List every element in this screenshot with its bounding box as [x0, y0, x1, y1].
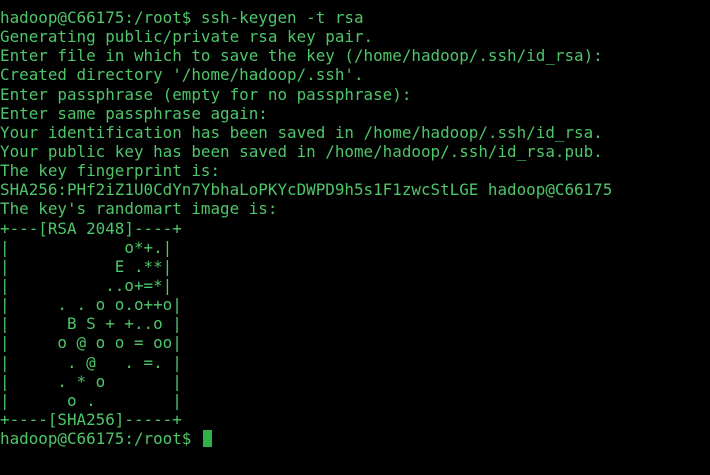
cursor-block [202, 430, 212, 448]
randomart-row: | . @ . =. | [0, 352, 182, 372]
terminal-line: Created directory '/home/hadoop/.ssh'. [0, 65, 364, 85]
randomart-row: | E .**| [0, 256, 173, 276]
terminal-line: Your public key has been saved in /home/… [0, 141, 603, 161]
randomart-border-bottom: +----[SHA256]-----+ [0, 409, 182, 429]
fingerprint-line: SHA256:PHf2iZ1U0CdYn7YbhaLoPKYcDWPD9h5s1… [0, 180, 613, 200]
terminal-line: Generating public/private rsa key pair. [0, 27, 374, 47]
terminal-line: hadoop@C66175:/root$ ssh-keygen -t rsa [0, 8, 364, 27]
randomart-row: | . * o | [0, 371, 182, 391]
randomart-row: | ..o+=*| [0, 275, 173, 295]
shell-prompt: hadoop@C66175:/root$ [0, 429, 201, 449]
terminal-line: The key's randomart image is: [0, 199, 278, 219]
terminal-line: Your identification has been saved in /h… [0, 122, 603, 142]
terminal-window[interactable]: hadoop@C66175:/root$ ssh-keygen -t rsa G… [0, 0, 710, 475]
randomart-row: | . . o o.o++o| [0, 295, 182, 315]
randomart-border-top: +---[RSA 2048]----+ [0, 218, 182, 238]
terminal-line: The key fingerprint is: [0, 161, 221, 181]
terminal-line: Enter file in which to save the key (/ho… [0, 46, 603, 66]
randomart-row: | o @ o o = oo| [0, 333, 182, 353]
terminal-line: Enter passphrase (empty for no passphras… [0, 84, 412, 104]
terminal-line: Enter same passphrase again: [0, 103, 268, 123]
prompt-line[interactable]: hadoop@C66175:/root$ [0, 429, 710, 448]
randomart-row: | o*+.| [0, 237, 173, 257]
randomart-row: | o . | [0, 390, 182, 410]
randomart-row: | B S + +..o | [0, 314, 182, 334]
